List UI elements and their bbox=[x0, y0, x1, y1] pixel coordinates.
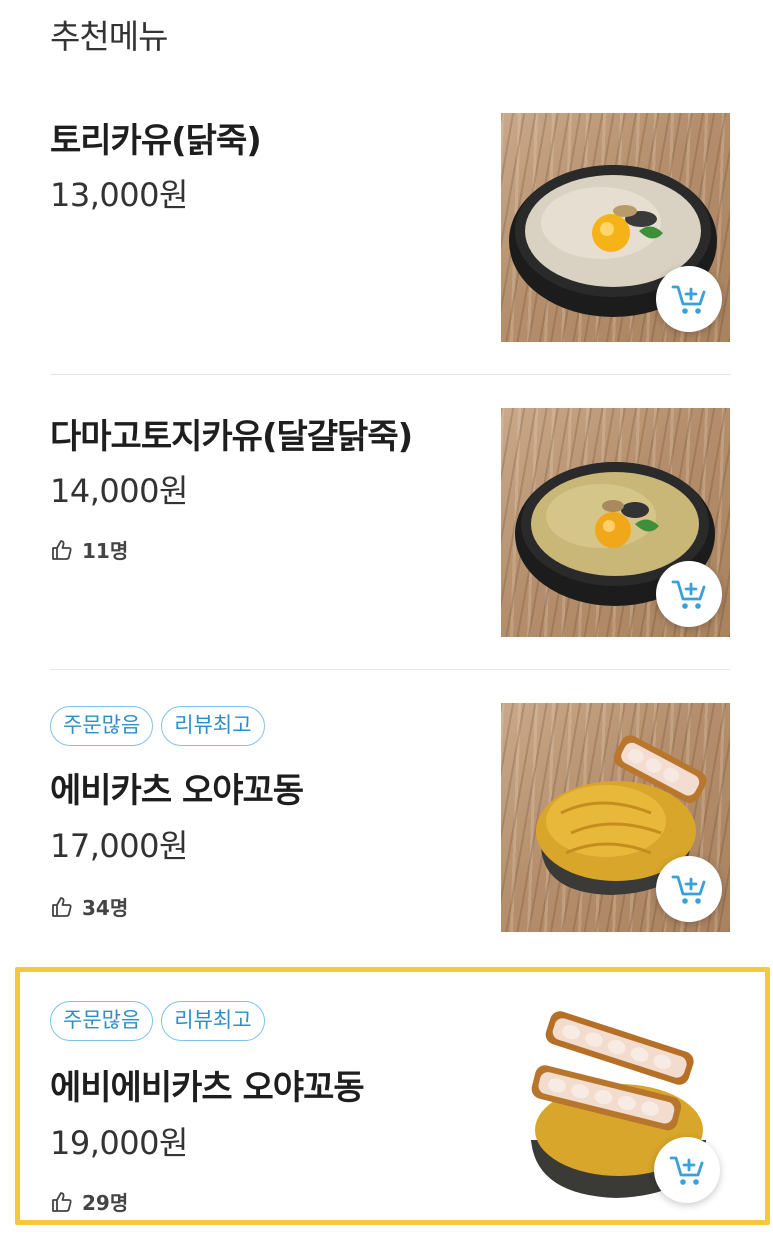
likes-count: 11명 bbox=[82, 539, 129, 563]
menu-item-image[interactable] bbox=[501, 408, 730, 637]
add-to-cart-button[interactable] bbox=[656, 266, 722, 332]
likes-count: 34명 bbox=[82, 896, 129, 920]
menu-item-likes: 11명 bbox=[50, 535, 128, 564]
cart-add-icon bbox=[671, 580, 706, 609]
menu-item-name: 에비카츠 오야꼬동 bbox=[50, 771, 304, 811]
menu-item-price: 14,000원 bbox=[50, 472, 188, 510]
divider bbox=[50, 374, 730, 375]
add-to-cart-button[interactable] bbox=[656, 856, 722, 922]
divider bbox=[50, 669, 730, 670]
menu-item-price: 13,000원 bbox=[50, 176, 188, 214]
badge-group: 주문많음 리뷰최고 bbox=[50, 1001, 265, 1041]
add-to-cart-button[interactable] bbox=[654, 1137, 720, 1203]
badge-popular: 주문많음 bbox=[50, 706, 154, 746]
cart-add-icon bbox=[669, 1156, 704, 1185]
add-to-cart-button[interactable] bbox=[656, 561, 722, 627]
thumbs-up-icon bbox=[52, 539, 72, 560]
menu-item-name: 토리카유(닭죽) bbox=[50, 121, 262, 161]
badge-best-review: 리뷰최고 bbox=[161, 1001, 265, 1041]
menu-item-name: 에비에비카츠 오야꼬동 bbox=[50, 1068, 365, 1108]
cart-add-icon bbox=[671, 285, 706, 314]
badge-best-review: 리뷰최고 bbox=[161, 706, 265, 746]
badge-popular: 주문많음 bbox=[50, 1001, 154, 1041]
menu-item-image[interactable] bbox=[501, 703, 730, 932]
thumbs-up-icon bbox=[52, 896, 72, 917]
menu-item-price: 17,000원 bbox=[50, 827, 188, 865]
menu-item-image[interactable] bbox=[501, 113, 730, 342]
thumbs-up-icon bbox=[52, 1191, 72, 1212]
badge-group: 주문많음 리뷰최고 bbox=[50, 706, 265, 746]
menu-item-likes: 34명 bbox=[50, 892, 128, 921]
cart-add-icon bbox=[671, 875, 706, 904]
likes-count: 29명 bbox=[82, 1191, 129, 1215]
menu-item-image[interactable] bbox=[501, 990, 730, 1215]
menu-item-name: 다마고토지카유(달걀닭죽) bbox=[50, 417, 413, 457]
menu-item-price: 19,000원 bbox=[50, 1124, 188, 1162]
menu-item-likes: 29명 bbox=[50, 1187, 128, 1216]
section-title: 추천메뉴 bbox=[50, 17, 168, 56]
